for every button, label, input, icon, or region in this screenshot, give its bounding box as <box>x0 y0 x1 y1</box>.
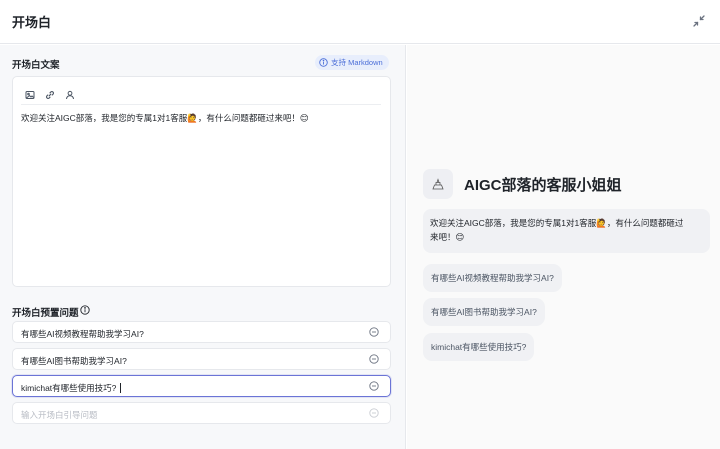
info-icon <box>319 58 328 67</box>
remove-circle-icon[interactable] <box>369 327 379 337</box>
link-icon[interactable] <box>44 89 56 101</box>
remove-circle-icon[interactable] <box>369 381 379 391</box>
opening-text-editor[interactable]: 欢迎关注AIGC部落，我是您的专属1对1客服🙋，有什么问题都砸过来吧！😊 <box>12 76 391 287</box>
user-icon[interactable] <box>64 89 76 101</box>
suggested-question-chip[interactable]: 有哪些AI视频教程帮助我学习AI? <box>423 264 562 292</box>
welcome-message-bubble: 欢迎关注AIGC部落，我是您的专属1对1客服🙋，有什么问题都砸过 来吧！😊 <box>423 209 710 253</box>
bot-logo-icon <box>432 178 444 190</box>
info-icon[interactable] <box>80 305 90 315</box>
remove-circle-icon <box>369 408 379 418</box>
remove-circle-icon[interactable] <box>369 354 379 364</box>
opening-text-label: 开场白文案 <box>12 60 60 71</box>
image-icon[interactable] <box>24 89 36 101</box>
opening-text-content[interactable]: 欢迎关注AIGC部落，我是您的专属1对1客服🙋，有什么问题都砸过来吧！😊 <box>21 112 309 124</box>
preset-question-text[interactable]: 有哪些AI视频教程帮助我学习AI? <box>21 328 144 340</box>
preset-question-row[interactable]: 有哪些AI视频教程帮助我学习AI? <box>12 321 391 343</box>
collapse-arrows-icon[interactable] <box>692 14 706 28</box>
bot-name: AIGC部落的客服小姐姐 <box>464 177 622 194</box>
preset-question-row[interactable]: 有哪些AI图书帮助我学习AI? <box>12 348 391 370</box>
markdown-badge-label: 支持 Markdown <box>331 58 383 67</box>
preset-question-value[interactable]: kimichat有哪些使用技巧? <box>21 383 116 393</box>
bot-avatar <box>423 169 453 199</box>
preset-questions-label: 开场白预置问题 <box>12 308 79 319</box>
preset-question-text[interactable]: kimichat有哪些使用技巧? <box>21 382 122 394</box>
text-caret <box>120 382 122 393</box>
markdown-support-badge: 支持 Markdown <box>315 55 389 70</box>
header-bar: 开场白 <box>0 0 720 44</box>
page-title: 开场白 <box>12 15 52 30</box>
suggested-question-chip[interactable]: 有哪些AI图书帮助我学习AI? <box>423 298 545 326</box>
preset-question-text[interactable]: 有哪些AI图书帮助我学习AI? <box>21 355 127 367</box>
new-question-input[interactable]: 输入开场白引导问题 <box>12 402 391 424</box>
editor-toolbar <box>21 85 381 105</box>
welcome-message-line: 欢迎关注AIGC部落，我是您的专属1对1客服🙋，有什么问题都砸过 <box>430 218 684 228</box>
new-question-placeholder[interactable]: 输入开场白引导问题 <box>21 409 98 421</box>
welcome-message-line: 来吧！😊 <box>430 232 465 242</box>
suggested-question-chip[interactable]: kimichat有哪些使用技巧? <box>423 333 535 361</box>
preset-question-row-active[interactable]: kimichat有哪些使用技巧? <box>12 375 391 397</box>
